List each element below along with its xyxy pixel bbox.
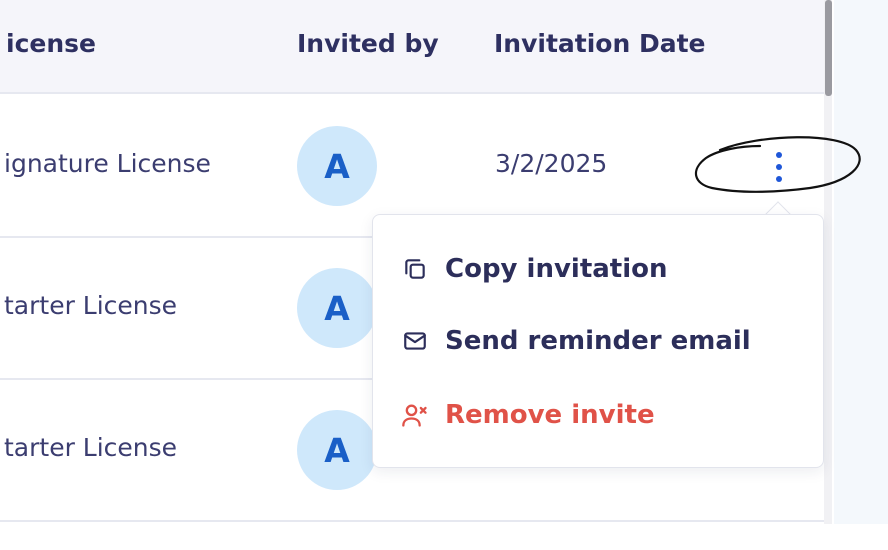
column-header-license[interactable]: icense: [6, 29, 96, 58]
copy-invitation-menu-item[interactable]: Copy invitation: [401, 249, 668, 289]
remove-invite-menu-item[interactable]: Remove invite: [401, 395, 655, 435]
column-header-invited-by[interactable]: Invited by: [297, 29, 439, 58]
copy-icon: [401, 255, 429, 283]
license-cell: tarter License: [4, 433, 178, 462]
more-vertical-icon[interactable]: [770, 150, 788, 184]
copy-invitation-label: Copy invitation: [445, 254, 668, 284]
remove-invite-label: Remove invite: [445, 400, 655, 430]
license-cell: tarter License: [4, 291, 178, 320]
mail-icon: [401, 327, 429, 355]
send-reminder-email-label: Send reminder email: [445, 326, 751, 356]
page-background: [834, 0, 888, 524]
avatar: A: [297, 410, 377, 490]
avatar: A: [297, 268, 377, 348]
table-header: icense Invited by Invitation Date: [0, 0, 828, 94]
send-reminder-email-menu-item[interactable]: Send reminder email: [401, 321, 751, 361]
avatar: A: [297, 126, 377, 206]
page-background-bottom: [0, 524, 888, 550]
license-cell: ignature License: [4, 149, 211, 178]
column-header-invitation-date[interactable]: Invitation Date: [494, 29, 706, 58]
row-actions-menu: Copy invitation Send reminder email Remo…: [372, 214, 824, 468]
scrollbar-thumb[interactable]: [825, 0, 832, 96]
invitation-date-cell: 3/2/2025: [495, 149, 608, 178]
user-remove-icon: [401, 401, 429, 429]
